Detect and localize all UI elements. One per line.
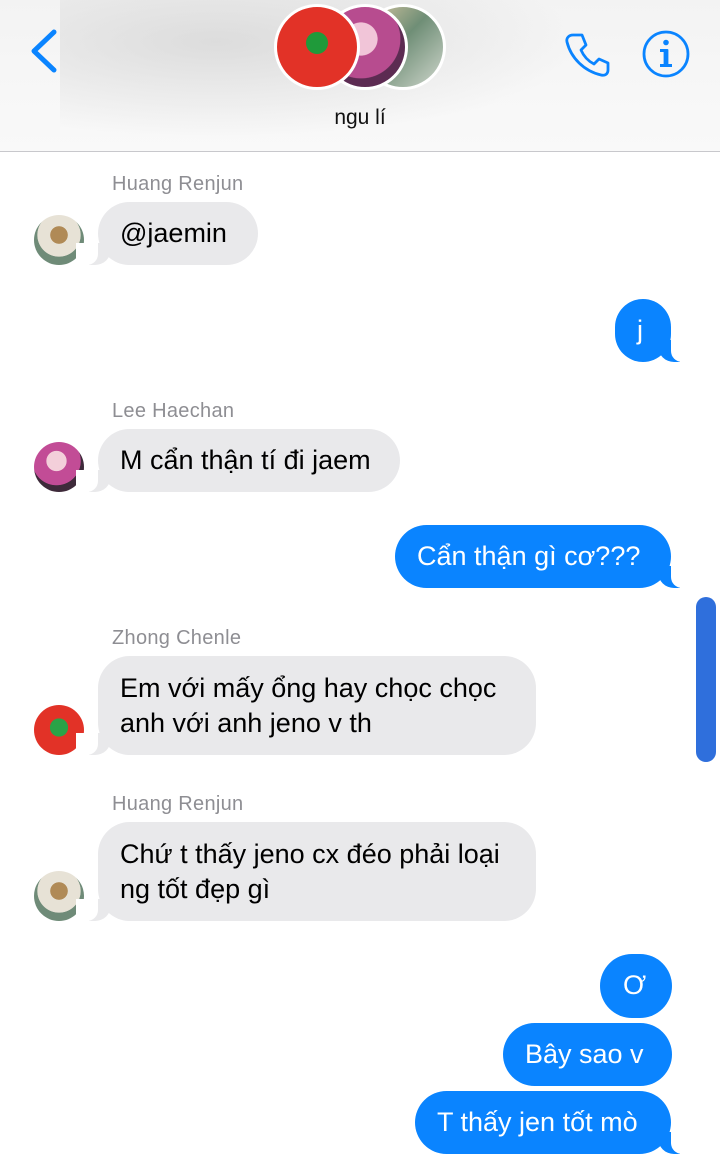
group-avatar-stack[interactable] xyxy=(274,4,446,96)
outgoing-message-bubble[interactable]: Bây sao v xyxy=(503,1023,672,1086)
scrollbar-thumb[interactable] xyxy=(696,597,716,762)
sender-name: Zhong Chenle xyxy=(112,627,242,649)
back-button[interactable] xyxy=(26,26,66,76)
phone-icon xyxy=(565,33,610,77)
message-text: M cẩn thận tí đi jaem xyxy=(120,445,371,475)
conversation-title[interactable]: ngu lí xyxy=(260,106,460,130)
message-text: Bây sao v xyxy=(525,1039,644,1069)
incoming-message-bubble[interactable]: @jaemin xyxy=(76,202,258,265)
message-text-line: anh với anh jeno v th xyxy=(120,708,372,738)
sender-name: Huang Renjun xyxy=(112,173,244,195)
message-text-line: ng tốt đẹp gì xyxy=(120,874,271,904)
message-text: T thấy jen tốt mò xyxy=(437,1107,638,1137)
incoming-message-bubble[interactable]: Em với mấy ổng hay chọc chọc anh với anh… xyxy=(76,656,536,755)
outgoing-message-bubble[interactable]: j xyxy=(615,299,693,362)
info-button[interactable] xyxy=(640,28,692,80)
outgoing-message-bubble[interactable]: Ơ xyxy=(600,954,672,1018)
incoming-message-bubble[interactable]: M cẩn thận tí đi jaem xyxy=(76,429,400,492)
outgoing-message-bubble[interactable]: Cẩn thận gì cơ??? xyxy=(395,525,693,588)
message-text: j xyxy=(637,315,643,345)
outgoing-message-bubble[interactable]: T thấy jen tốt mò xyxy=(415,1091,693,1154)
message-text: Ơ xyxy=(623,970,647,1000)
message-text: @jaemin xyxy=(120,218,227,248)
group-avatar-1 xyxy=(274,4,360,90)
chevron-left-icon xyxy=(31,29,57,73)
message-text: Cẩn thận gì cơ??? xyxy=(417,541,641,571)
info-icon xyxy=(642,30,690,78)
message-text-line: Chứ t thấy jeno cx đéo phải loại xyxy=(120,839,500,869)
chat-header: ngu lí xyxy=(0,0,720,152)
call-button[interactable] xyxy=(562,30,612,80)
message-text-line: Em với mấy ổng hay chọc chọc xyxy=(120,673,497,703)
incoming-message-bubble[interactable]: Chứ t thấy jeno cx đéo phải loại ng tốt … xyxy=(76,822,536,921)
sender-name: Huang Renjun xyxy=(112,793,244,815)
sender-name: Lee Haechan xyxy=(112,400,235,422)
